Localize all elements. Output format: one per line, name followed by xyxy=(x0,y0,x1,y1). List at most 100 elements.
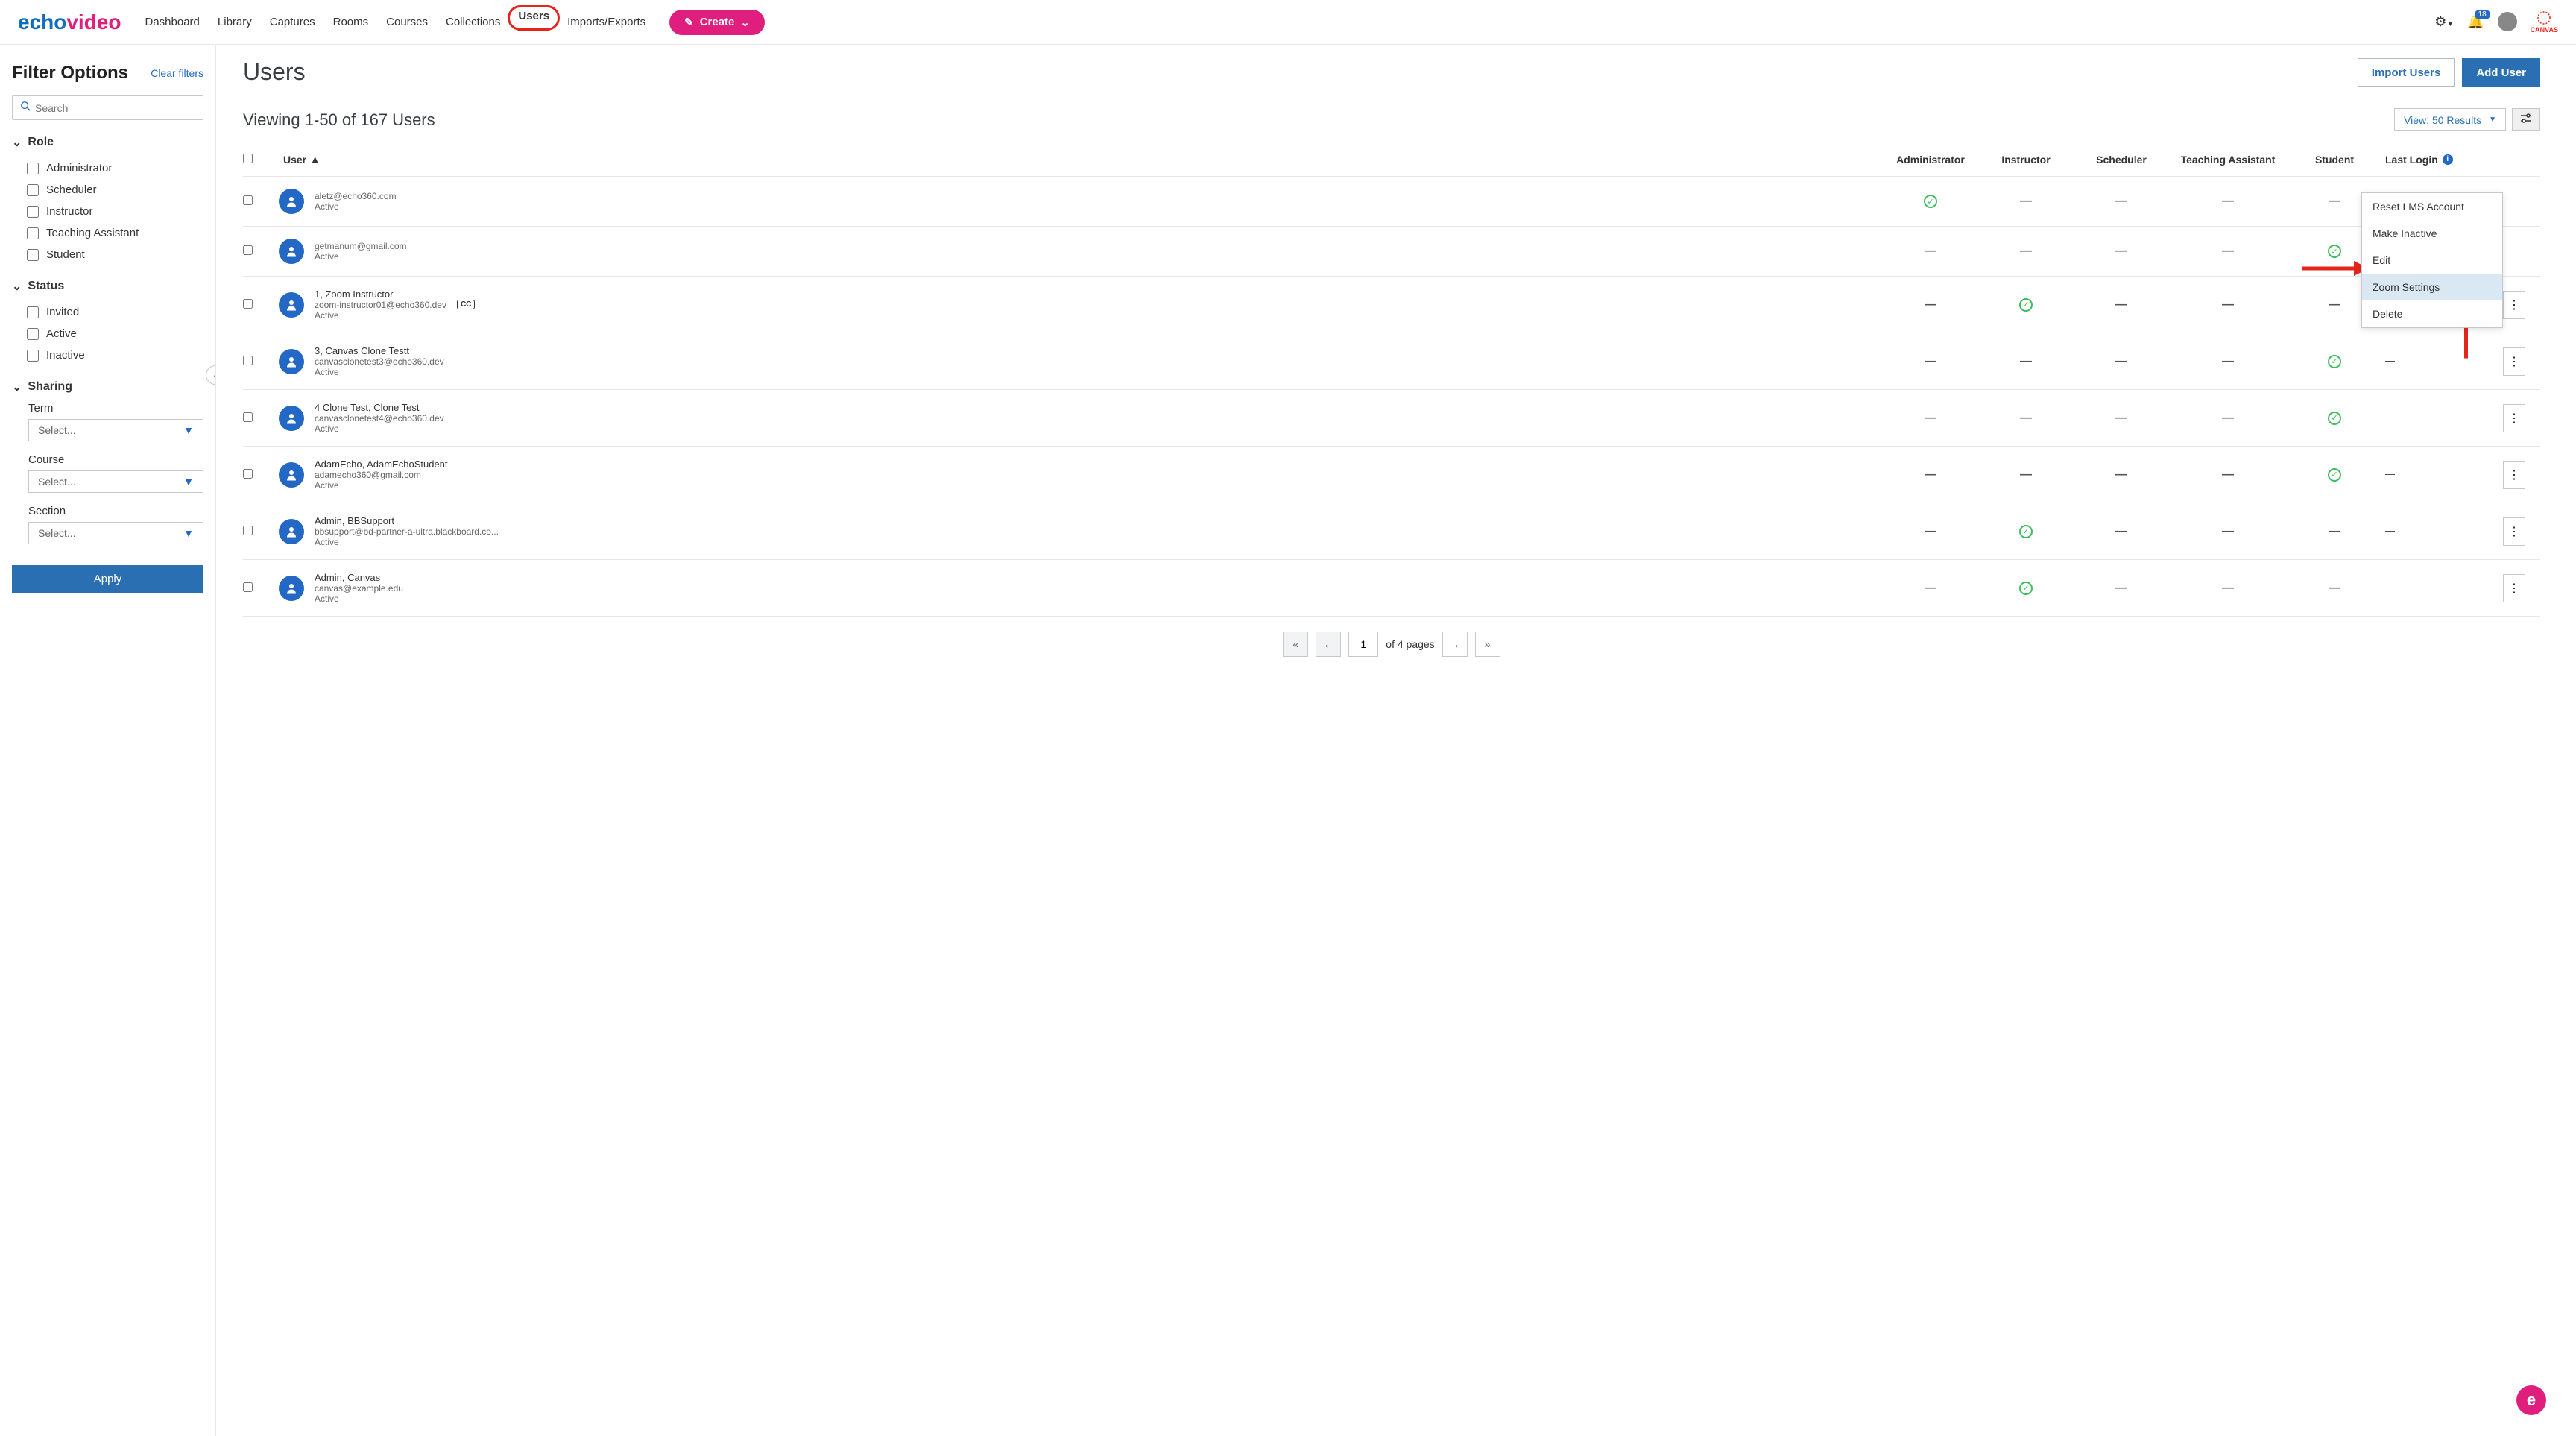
section-label: Section xyxy=(12,505,215,517)
dash-icon: — xyxy=(2020,412,2032,424)
col-user[interactable]: User▴ xyxy=(279,153,1880,166)
user-email: getmanum@gmail.com xyxy=(315,241,407,251)
row-checkbox[interactable] xyxy=(243,526,253,535)
columns-filter-button[interactable] xyxy=(2512,108,2540,131)
checkbox[interactable] xyxy=(27,249,39,261)
section-select[interactable]: Select...▼ xyxy=(28,522,203,544)
apply-button[interactable]: Apply xyxy=(12,565,203,593)
row-more-button[interactable]: ⋮ xyxy=(2503,574,2525,602)
row-more-button[interactable]: ⋮ xyxy=(2503,404,2525,432)
filter-role-student[interactable]: Student xyxy=(12,244,215,265)
search-icon xyxy=(20,101,31,115)
filter-role-admin[interactable]: Administrator xyxy=(12,157,215,179)
row-checkbox[interactable] xyxy=(243,469,253,479)
ctx-make-inactive[interactable]: Make Inactive xyxy=(2362,220,2502,247)
search-box[interactable] xyxy=(12,95,203,120)
help-fab[interactable]: e xyxy=(2516,1385,2546,1415)
col-admin[interactable]: Administrator xyxy=(1886,154,1975,166)
create-button[interactable]: ✎ Create ⌄ xyxy=(669,10,765,35)
page-prev[interactable]: ← xyxy=(1316,632,1341,657)
dash-icon: — xyxy=(2222,355,2234,368)
ctx-zoom-settings[interactable]: Zoom Settings xyxy=(2362,274,2502,300)
role-group-toggle[interactable]: ⌄Role xyxy=(12,135,215,150)
row-more-button[interactable]: ⋮ xyxy=(2503,517,2525,546)
col-lastlogin[interactable]: Last Logini xyxy=(2385,154,2497,166)
sharing-group-toggle[interactable]: ⌄Sharing xyxy=(12,380,215,394)
wand-icon: ✎ xyxy=(684,16,694,29)
filter-role-scheduler[interactable]: Scheduler xyxy=(12,179,215,201)
row-checkbox[interactable] xyxy=(243,299,253,309)
course-select[interactable]: Select...▼ xyxy=(28,470,203,493)
import-users-button[interactable]: Import Users xyxy=(2358,58,2455,87)
user-cell: aletz@echo360.comActive xyxy=(279,189,1880,214)
checkbox[interactable] xyxy=(27,306,39,318)
cell-scheduler: — xyxy=(2077,412,2166,425)
row-more-button[interactable]: ⋮ xyxy=(2503,347,2525,376)
nav-rooms[interactable]: Rooms xyxy=(333,10,369,34)
avatar[interactable] xyxy=(2498,12,2517,31)
cell-lastlogin: — xyxy=(2385,412,2497,424)
row-checkbox[interactable] xyxy=(243,195,253,205)
nav-users[interactable]: Users xyxy=(518,4,549,28)
nav-dashboard[interactable]: Dashboard xyxy=(145,10,200,34)
checkbox[interactable] xyxy=(27,328,39,340)
term-select[interactable]: Select...▼ xyxy=(28,419,203,441)
filter-role-ta[interactable]: Teaching Assistant xyxy=(12,222,215,244)
user-status: Active xyxy=(315,593,403,604)
sidebar: Filter Options Clear filters ⌄Role Admin… xyxy=(0,45,216,1436)
checkbox[interactable] xyxy=(27,206,39,218)
label: Student xyxy=(46,248,85,261)
status-group-toggle[interactable]: ⌄Status xyxy=(12,279,215,294)
ctx-delete[interactable]: Delete xyxy=(2362,300,2502,327)
col-student[interactable]: Student xyxy=(2290,154,2379,166)
page-next[interactable]: → xyxy=(1442,632,1468,657)
add-user-button[interactable]: Add User xyxy=(2462,58,2540,87)
filter-role-instructor[interactable]: Instructor xyxy=(12,201,215,222)
ctx-edit[interactable]: Edit xyxy=(2362,247,2502,274)
row-checkbox[interactable] xyxy=(243,412,253,422)
select-all-checkbox[interactable] xyxy=(243,154,253,163)
nav-imports[interactable]: Imports/Exports xyxy=(567,10,645,34)
row-checkbox[interactable] xyxy=(243,582,253,592)
user-email: adamecho360@gmail.com xyxy=(315,470,448,480)
cell-scheduler: — xyxy=(2077,195,2166,208)
filter-status-invited[interactable]: Invited xyxy=(12,301,215,323)
page-last[interactable]: » xyxy=(1475,632,1500,657)
checkbox[interactable] xyxy=(27,163,39,174)
settings-button[interactable]: ⚙▼ xyxy=(2434,14,2454,30)
nav-courses[interactable]: Courses xyxy=(386,10,428,34)
filter-status-inactive[interactable]: Inactive xyxy=(12,344,215,366)
cell-ta: — xyxy=(2172,195,2284,208)
user-avatar xyxy=(279,292,304,318)
label: Active xyxy=(46,327,77,340)
col-ta[interactable]: Teaching Assistant xyxy=(2172,154,2284,166)
canvas-logo[interactable]: CANVAS xyxy=(2531,10,2558,34)
search-input[interactable] xyxy=(35,102,195,114)
page-input[interactable] xyxy=(1348,632,1378,657)
filter-status-active[interactable]: Active xyxy=(12,323,215,344)
label: Instructor xyxy=(46,205,93,218)
view-results-select[interactable]: View: 50 Results▼ xyxy=(2394,108,2506,131)
checkbox[interactable] xyxy=(27,227,39,239)
row-more-button[interactable]: ⋮ xyxy=(2503,461,2525,489)
page-first[interactable]: « xyxy=(1283,632,1308,657)
ctx-reset-lms[interactable]: Reset LMS Account xyxy=(2362,193,2502,220)
row-checkbox[interactable] xyxy=(243,245,253,255)
col-instructor[interactable]: Instructor xyxy=(1981,154,2071,166)
brand-part1: echo xyxy=(18,10,66,34)
topbar-right: ⚙▼ 🔔 18 CANVAS xyxy=(2434,10,2558,34)
clear-filters-link[interactable]: Clear filters xyxy=(151,67,203,79)
nav-captures[interactable]: Captures xyxy=(270,10,315,34)
row-more-button[interactable]: ⋮ xyxy=(2503,291,2525,319)
checkbox[interactable] xyxy=(27,350,39,362)
nav-library[interactable]: Library xyxy=(218,10,252,34)
col-scheduler[interactable]: Scheduler xyxy=(2077,154,2166,166)
checkbox[interactable] xyxy=(27,184,39,196)
user-avatar xyxy=(279,189,304,214)
nav-collections[interactable]: Collections xyxy=(446,10,500,34)
notifications-button[interactable]: 🔔 18 xyxy=(2467,14,2484,30)
label: Invited xyxy=(46,306,79,318)
user-avatar xyxy=(279,406,304,431)
dash-icon: — xyxy=(2115,525,2127,538)
row-checkbox[interactable] xyxy=(243,356,253,365)
